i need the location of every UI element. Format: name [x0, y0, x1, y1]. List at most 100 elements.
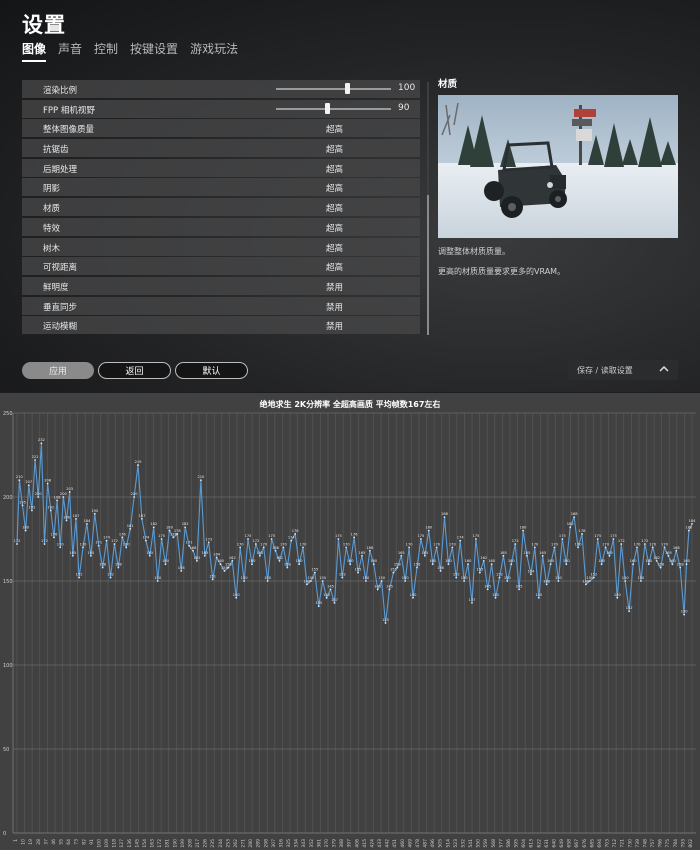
x-tick-label: 649: [559, 839, 565, 848]
data-point: [364, 580, 367, 582]
fov-slider[interactable]: [276, 102, 391, 114]
data-point: [43, 543, 46, 545]
x-tick-label: 793: [680, 839, 686, 848]
data-point: [180, 570, 183, 572]
x-tick-label: 109: [104, 839, 110, 848]
data-point: [392, 571, 395, 574]
setting-row-post-processing[interactable]: 后期处理 超高: [22, 158, 420, 177]
apply-button[interactable]: 应用: [22, 362, 94, 379]
x-tick-label: 1: [13, 839, 19, 842]
data-label: 170: [449, 542, 457, 546]
setting-row-render-scale[interactable]: 渲染比例 100: [22, 80, 420, 98]
settings-scrollbar[interactable]: [427, 82, 429, 335]
x-tick-label: 469: [407, 839, 413, 848]
slider-handle[interactable]: [325, 102, 330, 114]
setting-row-motion-blur[interactable]: 运动模糊 禁用: [22, 316, 420, 335]
setting-row-anti-aliasing[interactable]: 抗锯齿 超高: [22, 139, 420, 158]
data-label: 150: [264, 576, 272, 580]
data-point: [121, 536, 124, 539]
detail-description: 调整整体材质质量。: [438, 247, 510, 256]
data-label: 158: [115, 563, 123, 567]
data-label: 203: [66, 487, 73, 491]
x-tick-label: 316: [278, 839, 284, 848]
data-point: [502, 554, 505, 557]
tab-gameplay[interactable]: 游戏玩法: [190, 40, 238, 62]
data-point: [282, 546, 285, 549]
data-point: [254, 543, 257, 545]
x-tick-label: 64: [66, 839, 72, 845]
setting-row-sharpen[interactable]: 鲜明度 禁用: [22, 276, 420, 295]
data-point: [109, 576, 112, 579]
data-label: 222: [32, 455, 39, 459]
data-label: 188: [571, 512, 579, 516]
default-button[interactable]: 默认: [175, 362, 248, 379]
data-label: 176: [119, 532, 127, 536]
setting-row-textures[interactable]: 材质 超高: [22, 198, 420, 217]
data-label: 175: [158, 534, 165, 538]
data-label: 170: [343, 542, 351, 546]
x-tick-label: 154: [142, 839, 148, 848]
setting-row-foliage[interactable]: 树木 超高: [22, 237, 420, 256]
x-tick-label: 334: [294, 839, 300, 848]
data-point: [537, 596, 540, 599]
x-tick-label: 208: [187, 839, 193, 848]
data-label: 156: [178, 566, 186, 570]
setting-value: 禁用: [326, 302, 344, 313]
data-label: 184: [84, 519, 92, 523]
scrollbar-thumb[interactable]: [427, 195, 429, 335]
setting-label: 整体图像质量: [43, 125, 95, 136]
data-label: 170: [602, 542, 610, 546]
data-point: [40, 442, 43, 445]
data-label: 140: [323, 593, 331, 597]
data-point: [353, 536, 356, 539]
data-point: [223, 570, 226, 572]
x-tick-label: 478: [415, 839, 421, 848]
x-tick-label: 424: [369, 839, 375, 848]
setting-row-effects[interactable]: 特效 超高: [22, 217, 420, 236]
data-point: [372, 563, 375, 566]
slider-handle[interactable]: [345, 83, 350, 94]
tab-keybindings[interactable]: 按键设置: [130, 40, 178, 62]
tab-control[interactable]: 控制: [94, 40, 118, 62]
x-tick-label: 100: [96, 839, 102, 848]
data-label: 192: [29, 505, 36, 509]
data-point: [518, 588, 521, 591]
back-button[interactable]: 返回: [98, 362, 171, 379]
data-point: [423, 554, 426, 557]
data-label: 152: [76, 573, 83, 577]
setting-row-vsync[interactable]: 垂直同步 禁用: [22, 296, 420, 315]
data-label: 219: [135, 460, 143, 464]
data-point: [215, 556, 218, 559]
data-point: [184, 526, 187, 529]
data-point: [68, 491, 71, 493]
setting-row-shadows[interactable]: 阴影 超高: [22, 178, 420, 197]
data-point: [380, 580, 383, 582]
tab-sound[interactable]: 声音: [58, 40, 82, 62]
data-point: [691, 522, 693, 525]
data-point: [522, 529, 524, 532]
x-tick-label: 172: [157, 839, 163, 848]
data-point: [408, 546, 411, 549]
data-point: [569, 526, 572, 529]
data-label: 175: [245, 534, 252, 538]
data-point: [235, 596, 238, 599]
setting-row-view-distance[interactable]: 可视距离 超高: [22, 257, 420, 276]
data-point: [152, 526, 155, 529]
data-point: [117, 566, 120, 569]
setting-value: 90: [398, 102, 410, 113]
data-label: 152: [339, 573, 346, 577]
render-scale-slider[interactable]: [276, 83, 391, 94]
data-label: 162: [229, 556, 236, 560]
save-load-dropdown[interactable]: 保存 / 读取设置: [568, 360, 678, 380]
setting-row-overall-quality[interactable]: 整体图像质量 超高: [22, 119, 420, 138]
tab-graphics[interactable]: 图像: [22, 40, 47, 62]
data-label: 160: [508, 559, 516, 563]
setting-row-fpp-fov[interactable]: FPP 相机视野 90: [22, 99, 420, 118]
data-point: [475, 538, 477, 540]
data-label: 165: [256, 551, 263, 555]
data-label: 145: [327, 584, 334, 588]
data-point: [18, 479, 21, 482]
x-tick-label: 181: [165, 839, 171, 848]
data-label: 132: [626, 606, 633, 610]
data-label: 165: [524, 551, 531, 555]
